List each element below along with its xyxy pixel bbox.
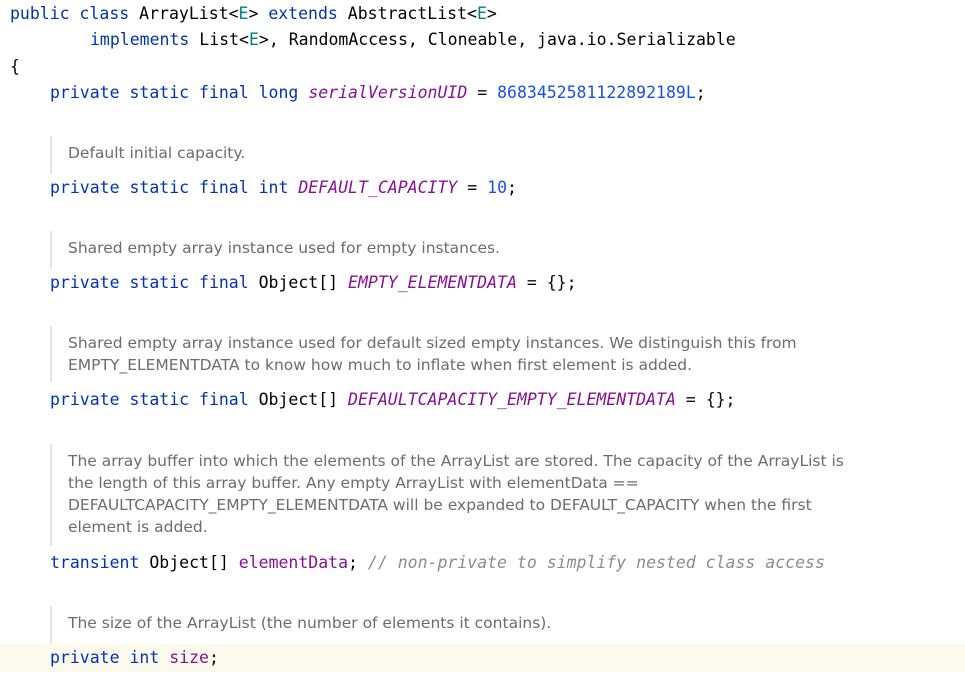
assign-operator: =	[516, 273, 547, 292]
field-name-serial-version-uid[interactable]: serialVersionUID	[308, 83, 467, 102]
angle-open: <	[228, 4, 239, 23]
doc-line: Shared empty array instance used for emp…	[68, 239, 501, 257]
initializer: {};	[546, 273, 577, 292]
field-name-default-capacity[interactable]: DEFAULT_CAPACITY	[298, 178, 457, 197]
angle-close: >	[258, 30, 269, 49]
modifiers: private static final	[50, 83, 249, 102]
serial-value: 8683452581122892189L	[497, 83, 696, 102]
serial-version-line[interactable]: private static final long serialVersionU…	[50, 81, 706, 105]
open-brace: {	[10, 57, 20, 76]
type-parameter: E	[238, 4, 249, 23]
code-editor[interactable]: public class ArrayList<E> extends Abstra…	[0, 0, 965, 686]
doc-line: The array buffer into which the elements…	[68, 452, 844, 470]
angle-open: <	[239, 30, 249, 49]
javadoc-defaultcapacity-empty: Shared empty array instance used for def…	[50, 326, 838, 382]
doc-line: element is added.	[68, 518, 208, 536]
default-capacity-value: 10	[487, 178, 508, 197]
field-name-empty-elementdata[interactable]: EMPTY_ELEMENTDATA	[348, 273, 517, 292]
initializer: {};	[705, 390, 736, 409]
field-name-size[interactable]: size	[169, 648, 209, 667]
semicolon: ;	[348, 553, 358, 572]
semicolon: ;	[695, 83, 706, 102]
angle-close: >	[248, 4, 259, 23]
doc-line: The size of the ArrayList (the number of…	[68, 614, 552, 632]
modifiers: private static final	[50, 178, 249, 197]
field-type: long	[258, 83, 299, 102]
doc-line: EMPTY_ELEMENTDATA to know how much to in…	[68, 356, 693, 374]
keyword-implements: implements	[90, 30, 190, 49]
assign-operator: =	[675, 390, 706, 409]
super-type-parameter: E	[476, 4, 487, 23]
default-capacity-line[interactable]: private static final int DEFAULT_CAPACIT…	[50, 176, 517, 200]
interface-list[interactable]: List	[199, 30, 239, 49]
interface-type-parameter: E	[248, 30, 259, 49]
keyword-extends: extends	[268, 4, 338, 23]
class-declaration-line[interactable]: public class ArrayList<E> extends Abstra…	[10, 2, 497, 26]
field-type: int	[129, 648, 160, 667]
javadoc-empty-elementdata: Shared empty array instance used for emp…	[50, 231, 838, 269]
superclass-name[interactable]: AbstractList	[348, 4, 467, 23]
semicolon: ;	[208, 648, 219, 667]
doc-line: the length of this array buffer. Any emp…	[68, 474, 639, 492]
javadoc-default-capacity: Default initial capacity.	[50, 136, 838, 174]
angle-open: <	[467, 4, 477, 23]
assign-operator: =	[457, 178, 488, 197]
field-type: Object[]	[149, 553, 229, 572]
empty-elementdata-line[interactable]: private static final Object[] EMPTY_ELEM…	[50, 271, 577, 295]
javadoc-element-data: The array buffer into which the elements…	[50, 444, 844, 546]
semicolon: ;	[507, 178, 517, 197]
doc-line: Shared empty array instance used for def…	[68, 334, 797, 352]
class-name[interactable]: ArrayList	[139, 4, 228, 23]
field-type: Object[]	[258, 273, 339, 292]
open-brace-line[interactable]: {	[10, 55, 20, 79]
field-type: Object[]	[258, 390, 339, 409]
keyword-class: class	[79, 4, 130, 23]
doc-line: Default initial capacity.	[68, 144, 246, 162]
field-name-element-data[interactable]: elementData	[239, 553, 348, 572]
doc-line: DEFAULTCAPACITY_EMPTY_ELEMENTDATA will b…	[68, 496, 812, 514]
line-comment: // non-private to simplify nested class …	[367, 553, 825, 572]
defaultcapacity-empty-line[interactable]: private static final Object[] DEFAULTCAP…	[50, 388, 736, 412]
field-type: int	[258, 178, 289, 197]
angle-close: >	[486, 4, 497, 23]
modifiers: private	[50, 648, 120, 667]
javadoc-size: The size of the ArrayList (the number of…	[50, 606, 838, 644]
modifier-transient: transient	[50, 553, 140, 572]
implements-line[interactable]: implements List<E>, RandomAccess, Clonea…	[90, 28, 736, 52]
field-name-defaultcapacity-empty[interactable]: DEFAULTCAPACITY_EMPTY_ELEMENTDATA	[348, 390, 676, 409]
modifiers: private static final	[50, 273, 249, 292]
size-line[interactable]: private int size;	[50, 646, 219, 670]
modifiers: private static final	[50, 390, 249, 409]
interface-names[interactable]: , RandomAccess, Cloneable, java.io.Seria…	[269, 30, 736, 49]
assign-operator: =	[467, 83, 498, 102]
keyword-public: public	[10, 4, 70, 23]
element-data-line[interactable]: transient Object[] elementData; // non-p…	[50, 551, 825, 575]
